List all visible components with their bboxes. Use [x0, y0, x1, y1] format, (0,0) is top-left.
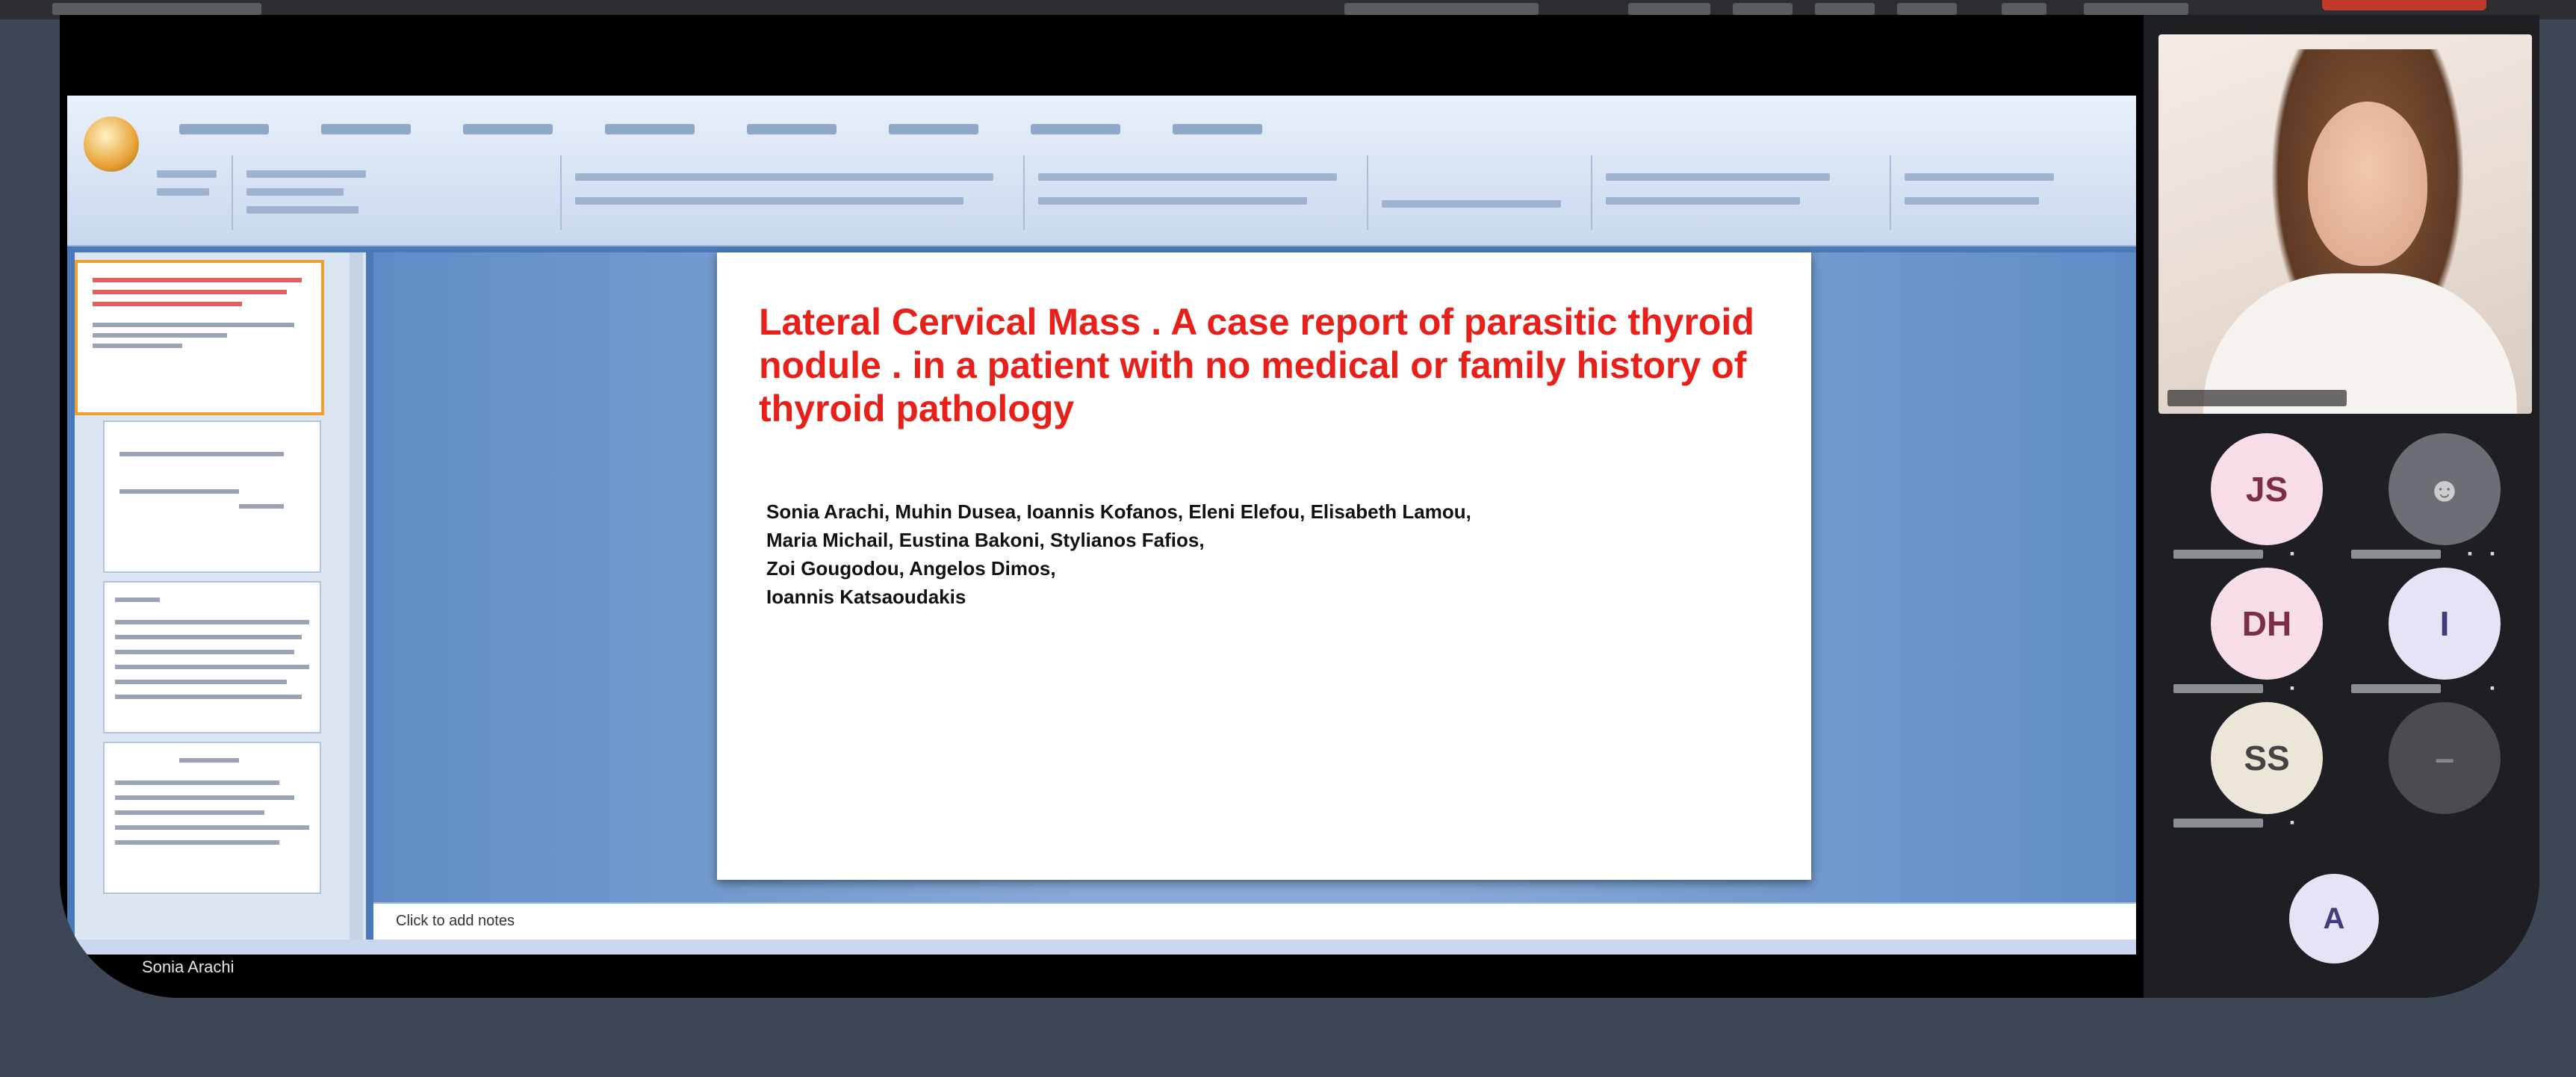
ribbon-tab[interactable] — [605, 124, 695, 134]
status-bar — [67, 940, 2136, 955]
participant-tile[interactable]: ☻ ▪ ▪ — [2351, 433, 2523, 561]
ribbon — [67, 96, 2136, 246]
person-icon: ☻ — [2389, 433, 2501, 545]
participant-name — [2173, 550, 2263, 559]
slide-authors[interactable]: Sonia Arachi, Muhin Dusea, Ioannis Kofan… — [766, 497, 1782, 611]
current-slide[interactable]: Lateral Cervical Mass . A case report of… — [717, 252, 1811, 880]
topbar-control[interactable] — [1344, 3, 1539, 15]
pin-icon: ▪ — [2489, 546, 2495, 561]
slide-thumbnail[interactable] — [103, 742, 321, 894]
ribbon-tab[interactable] — [747, 124, 837, 134]
participant-tile[interactable]: JS ▪ — [2173, 433, 2345, 561]
topbar-title — [52, 3, 261, 15]
more-participants-icon: – — [2389, 702, 2501, 814]
video-person-face — [2308, 102, 2427, 266]
avatar: SS — [2211, 702, 2323, 814]
slide-editor-canvas: Lateral Cervical Mass . A case report of… — [373, 252, 2136, 902]
ribbon-group-drawing[interactable] — [1367, 155, 1592, 230]
notes-pane[interactable]: Click to add notes — [373, 902, 2136, 941]
participant-tile[interactable]: DH ▪ — [2173, 568, 2345, 695]
participant-tile[interactable]: I ▪ — [2351, 568, 2523, 695]
ribbon-tab[interactable] — [889, 124, 978, 134]
participant-video[interactable] — [2158, 34, 2532, 414]
slide-thumbnail[interactable] — [103, 420, 321, 573]
meeting-window: Lateral Cervical Mass . A case report of… — [60, 15, 2539, 998]
participant-name — [2351, 684, 2441, 693]
video-name-label — [2167, 390, 2347, 406]
notes-placeholder: Click to add notes — [396, 913, 515, 929]
ribbon-group-editing[interactable] — [1591, 155, 1891, 230]
screen-share-area: Lateral Cervical Mass . A case report of… — [60, 15, 2144, 998]
topbar-control[interactable] — [1628, 3, 1710, 15]
topbar-control[interactable] — [1897, 3, 1957, 15]
thumbnails-scrollbar[interactable] — [350, 252, 363, 947]
avatar: DH — [2211, 568, 2323, 680]
participant-tile[interactable]: SS ▪ — [2173, 702, 2345, 830]
ribbon-group-font[interactable] — [560, 155, 1025, 230]
ribbon-tab[interactable] — [179, 124, 269, 134]
ribbon-groups — [97, 155, 2114, 230]
topbar-control[interactable] — [1733, 3, 1793, 15]
slide-thumbnail[interactable] — [103, 581, 321, 733]
ribbon-group-paragraph[interactable] — [1023, 155, 1368, 230]
author-line: Zoi Gougodou, Angelos Dimos, — [766, 557, 1056, 580]
avatar: JS — [2211, 433, 2323, 545]
avatar: A — [2289, 874, 2379, 963]
topbar-control[interactable] — [1815, 3, 1875, 15]
presenter-name: Sonia Arachi — [142, 957, 235, 976]
mic-off-icon: ▪ — [2289, 546, 2295, 561]
ribbon-group-clipboard[interactable] — [97, 155, 233, 230]
avatar: I — [2389, 568, 2501, 680]
mic-off-icon: ▪ — [2489, 680, 2495, 695]
mic-off-icon: ▪ — [2467, 546, 2473, 561]
topbar-control[interactable] — [2084, 3, 2188, 15]
ribbon-tab[interactable] — [321, 124, 411, 134]
participants-panel: JS ▪ ☻ ▪ ▪ DH ▪ I ▪ SS ▪ – — [2144, 15, 2539, 998]
author-line: Maria Michail, Eustina Bakoni, Stylianos… — [766, 529, 1205, 551]
author-line: Ioannis Katsaoudakis — [766, 586, 966, 608]
author-line: Sonia Arachi, Muhin Dusea, Ioannis Kofan… — [766, 500, 1471, 523]
ribbon-tab[interactable] — [1031, 124, 1120, 134]
participant-name — [2173, 819, 2263, 828]
slide-title[interactable]: Lateral Cervical Mass . A case report of… — [759, 300, 1775, 430]
topbar-control[interactable] — [2002, 3, 2046, 15]
participant-name — [2351, 550, 2441, 559]
ribbon-tab[interactable] — [1173, 124, 1262, 134]
participant-tile[interactable]: – — [2351, 702, 2523, 822]
powerpoint-window: Lateral Cervical Mass . A case report of… — [67, 96, 2136, 955]
ribbon-group-slides[interactable] — [232, 155, 562, 230]
slide-thumbnail[interactable] — [75, 260, 324, 415]
mic-off-icon: ▪ — [2289, 815, 2295, 830]
ribbon-tabs — [179, 124, 1262, 134]
leave-button[interactable] — [2322, 0, 2486, 10]
participant-name — [2173, 684, 2263, 693]
slide-thumbnails-pane — [75, 252, 366, 947]
ribbon-tab[interactable] — [463, 124, 553, 134]
mic-off-icon: ▪ — [2289, 680, 2295, 695]
ribbon-group-extra[interactable] — [1890, 155, 2099, 230]
